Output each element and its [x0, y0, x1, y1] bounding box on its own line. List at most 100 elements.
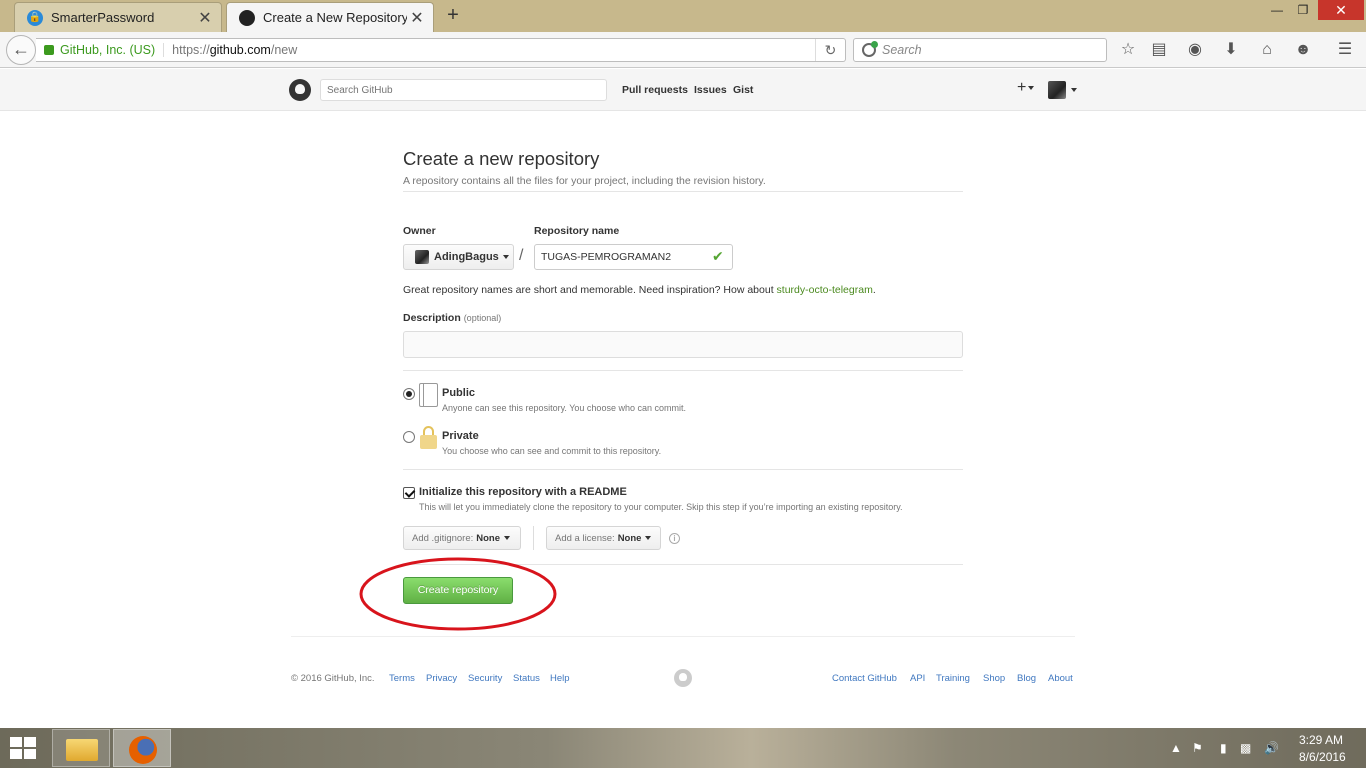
- nav-issues[interactable]: Issues: [694, 84, 727, 96]
- nav-pull-requests[interactable]: Pull requests: [622, 84, 688, 96]
- tab-create-repository[interactable]: Create a New Repository ✕: [226, 2, 434, 32]
- network-signal-icon[interactable]: ▩: [1240, 741, 1251, 755]
- reload-icon[interactable]: ↻: [815, 39, 845, 61]
- lock-icon: 🔒: [27, 9, 43, 26]
- repo-name-input[interactable]: [534, 244, 733, 270]
- github-header: Pull requests Issues Gist +: [0, 69, 1366, 111]
- suggested-name-link[interactable]: sturdy-octo-telegram: [777, 284, 873, 296]
- private-title[interactable]: Private: [442, 430, 479, 442]
- clock-date[interactable]: 8/6/2016: [1299, 750, 1346, 764]
- folder-icon: [66, 739, 98, 761]
- footer-link-privacy[interactable]: Privacy: [426, 673, 457, 684]
- footer-divider: [291, 636, 1075, 637]
- footer-link-terms[interactable]: Terms: [389, 673, 415, 684]
- nav-gist[interactable]: Gist: [733, 84, 753, 96]
- divider: [403, 191, 963, 192]
- footer-link-training[interactable]: Training: [936, 673, 970, 684]
- firefox-icon: [129, 736, 157, 764]
- search-engine-icon[interactable]: [862, 41, 878, 57]
- search-placeholder: Search: [882, 43, 922, 57]
- reading-list-icon[interactable]: ▤: [1148, 40, 1170, 60]
- readme-checkbox[interactable]: [403, 487, 415, 499]
- action-center-flag-icon[interactable]: ⚑: [1192, 741, 1203, 755]
- footer-link-shop[interactable]: Shop: [983, 673, 1005, 684]
- create-new-menu[interactable]: +: [1017, 79, 1035, 97]
- checkmark-icon: ✔: [712, 248, 724, 264]
- browser-nav-bar: GitHub, Inc. (US) https://github.com/new…: [0, 32, 1366, 68]
- home-icon[interactable]: ⌂: [1256, 40, 1278, 60]
- battery-icon[interactable]: ▮: [1220, 741, 1227, 755]
- footer-link-contact[interactable]: Contact GitHub: [832, 673, 897, 684]
- close-tab-icon[interactable]: ✕: [195, 8, 215, 28]
- caret-down-icon: [504, 536, 511, 540]
- file-explorer-taskbar-button[interactable]: [52, 729, 110, 767]
- browser-tab-bar: 🔒 SmarterPassword ✕ Create a New Reposit…: [0, 0, 1366, 32]
- gitignore-select[interactable]: Add .gitignore: None: [403, 526, 521, 550]
- url-bar[interactable]: GitHub, Inc. (US) https://github.com/new…: [36, 38, 846, 62]
- download-icon[interactable]: ⬇: [1220, 40, 1242, 60]
- back-button[interactable]: ←: [6, 35, 36, 65]
- divider: [533, 526, 534, 550]
- github-logo-icon[interactable]: [674, 669, 692, 687]
- page-title: Create a new repository: [403, 148, 600, 169]
- owner-label: Owner: [403, 225, 436, 237]
- clock-time[interactable]: 3:29 AM: [1299, 733, 1343, 747]
- name-hint: Great repository names are short and mem…: [403, 284, 876, 296]
- repo-book-icon: [419, 383, 438, 407]
- tray-overflow-icon[interactable]: ▲: [1170, 741, 1182, 755]
- create-repository-button[interactable]: Create repository: [403, 577, 513, 604]
- caret-down-icon[interactable]: [1071, 88, 1077, 92]
- owner-avatar: [415, 250, 429, 264]
- caret-down-icon: [1028, 85, 1035, 90]
- maximize-icon[interactable]: ❐: [1290, 0, 1316, 20]
- github-logo-icon[interactable]: [289, 79, 311, 101]
- github-search-input[interactable]: [320, 79, 607, 101]
- bookmark-star-icon[interactable]: ☆: [1117, 40, 1139, 60]
- page-subtitle: A repository contains all the files for …: [403, 175, 766, 187]
- minimize-icon[interactable]: —: [1264, 0, 1290, 20]
- pocket-icon[interactable]: ◉: [1184, 40, 1206, 60]
- close-tab-icon[interactable]: ✕: [407, 8, 427, 28]
- tab-label: Create a New Repository: [263, 10, 407, 25]
- owner-select[interactable]: AdingBagus: [403, 244, 514, 270]
- description-input[interactable]: [403, 331, 963, 358]
- license-select[interactable]: Add a license: None: [546, 526, 661, 550]
- window-close-icon[interactable]: ✕: [1318, 0, 1364, 20]
- private-desc: You choose who can see and commit to thi…: [442, 446, 662, 456]
- windows-start-icon[interactable]: [10, 737, 38, 761]
- avatar[interactable]: [1048, 81, 1066, 99]
- chat-icon[interactable]: ☻: [1292, 40, 1314, 60]
- owner-repo-separator: /: [519, 247, 524, 264]
- footer-link-help[interactable]: Help: [550, 673, 570, 684]
- new-tab-button[interactable]: +: [442, 4, 464, 28]
- repo-name-label: Repository name: [534, 225, 620, 237]
- firefox-taskbar-button[interactable]: [113, 729, 171, 767]
- tab-smarterpassword[interactable]: 🔒 SmarterPassword ✕: [14, 2, 222, 32]
- public-radio[interactable]: [403, 388, 415, 400]
- site-identity[interactable]: GitHub, Inc. (US): [60, 43, 165, 57]
- footer-link-blog[interactable]: Blog: [1017, 673, 1036, 684]
- divider: [403, 469, 963, 470]
- caret-down-icon: [645, 536, 652, 540]
- menu-icon[interactable]: ☰: [1334, 40, 1356, 60]
- github-icon: [239, 9, 255, 26]
- info-icon[interactable]: i: [669, 533, 680, 544]
- footer-link-about[interactable]: About: [1048, 673, 1073, 684]
- url-text[interactable]: https://github.com/new: [172, 43, 297, 57]
- divider: [403, 564, 963, 565]
- private-radio[interactable]: [403, 431, 415, 443]
- caret-down-icon: [502, 255, 509, 259]
- footer-link-security[interactable]: Security: [468, 673, 502, 684]
- tab-label: SmarterPassword: [51, 10, 155, 25]
- lock-icon: [44, 45, 54, 55]
- footer-link-api[interactable]: API: [910, 673, 925, 684]
- padlock-icon: [419, 426, 438, 450]
- description-label: Description (optional): [403, 312, 502, 324]
- owner-value: AdingBagus: [434, 251, 499, 263]
- divider: [403, 370, 963, 371]
- readme-title[interactable]: Initialize this repository with a README: [419, 486, 627, 498]
- public-title[interactable]: Public: [442, 387, 475, 399]
- browser-search-input[interactable]: Search: [853, 38, 1107, 62]
- volume-icon[interactable]: 🔊: [1264, 741, 1279, 755]
- footer-link-status[interactable]: Status: [513, 673, 540, 684]
